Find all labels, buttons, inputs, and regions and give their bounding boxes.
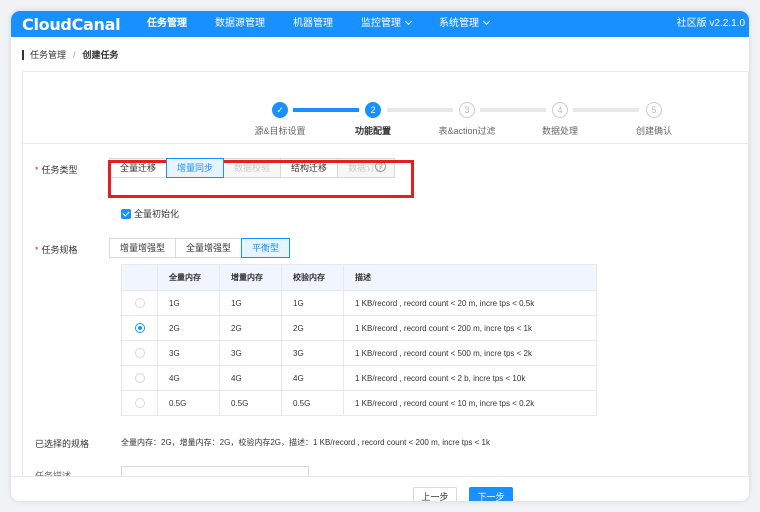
step-2-label: 功能配置 — [354, 126, 392, 136]
checkbox-checked-icon — [121, 208, 131, 219]
step-4-circle: 4 — [552, 102, 568, 118]
breadcrumb-parent[interactable]: 任务管理 — [30, 48, 66, 61]
cell-incre-memory: 2G — [219, 315, 282, 341]
task-type-incremental-sync[interactable]: 增量同步 — [166, 158, 225, 178]
header-incre-memory: 增量内存 — [219, 264, 282, 291]
selected-spec-label: 已选择的规格 — [35, 439, 90, 449]
cell-full-memory: 3G — [157, 340, 220, 366]
header-verify-memory: 校验内存 — [281, 264, 344, 291]
spec-full-enhanced[interactable]: 全量增强型 — [175, 238, 243, 258]
cell-verify-memory: 3G — [281, 340, 344, 366]
step-1-done-icon: ✓ — [272, 102, 288, 118]
cell-full-memory: 0.5G — [157, 390, 220, 416]
spec-radio[interactable] — [134, 348, 145, 358]
cell-description: 1 KB/record , record count < 20 m, incre… — [343, 290, 597, 316]
chevron-down-icon — [404, 17, 413, 26]
nav-system-management[interactable]: 系统管理 — [425, 11, 503, 37]
cell-incre-memory: 1G — [219, 290, 282, 316]
logo: CloudCanal — [22, 14, 121, 34]
table-row[interactable]: 3G 3G 3G 1 KB/record , record count < 50… — [121, 340, 597, 366]
cell-verify-memory: 0.5G — [281, 390, 344, 416]
cell-verify-memory: 2G — [281, 315, 344, 341]
nav-datasource-management[interactable]: 数据源管理 — [201, 11, 279, 37]
edition-badge: 社区版 v2.2.1.0 — [676, 18, 745, 29]
task-spec-group: 增量增强型 全量增强型 平衡型 — [109, 238, 291, 258]
cell-full-memory: 1G — [157, 290, 220, 316]
prev-button[interactable]: 上一步 — [413, 487, 457, 501]
cell-full-memory: 4G — [157, 365, 220, 391]
step-5-label: 创建确认 — [635, 126, 673, 136]
spec-radio[interactable] — [134, 398, 145, 408]
spec-incremental-enhanced[interactable]: 增量增强型 — [109, 238, 177, 258]
spec-radio[interactable] — [134, 373, 145, 383]
cell-incre-memory: 4G — [219, 365, 282, 391]
cell-incre-memory: 0.5G — [219, 390, 282, 416]
selected-spec-value: 全量内存：2G，增量内存：2G，校验内存2G，描述：1 KB/record , … — [121, 438, 490, 447]
nav-monitor-label: 监控管理 — [361, 18, 401, 29]
table-row[interactable]: 4G 4G 4G 1 KB/record , record count < 2 … — [121, 365, 597, 391]
footer-bar: 上一步 下一步 — [11, 476, 749, 501]
spec-radio-selected[interactable] — [134, 323, 145, 333]
cell-verify-memory: 1G — [281, 290, 344, 316]
breadcrumb-bar — [22, 49, 24, 60]
top-nav: CloudCanal 任务管理 数据源管理 机器管理 监控管理 系统管理 社区版… — [11, 11, 749, 37]
step-3-circle: 3 — [459, 102, 475, 118]
step-line-3 — [480, 108, 546, 112]
step-1-label: 源&目标设置 — [254, 126, 306, 136]
cell-description: 1 KB/record , record count < 500 m, incr… — [343, 340, 597, 366]
header-description: 描述 — [343, 264, 597, 291]
nav-task-management[interactable]: 任务管理 — [133, 11, 201, 37]
header-full-memory: 全量内存 — [157, 264, 220, 291]
step-line-1 — [293, 108, 359, 112]
step-line-2 — [387, 108, 453, 112]
step-2-circle: 2 — [365, 102, 381, 118]
next-button[interactable]: 下一步 — [469, 487, 513, 501]
nav-monitor-management[interactable]: 监控管理 — [347, 11, 425, 37]
step-5-circle: 5 — [646, 102, 662, 118]
full-init-checkbox[interactable]: 全量初始化 — [121, 207, 179, 220]
nav-machine-management[interactable]: 机器管理 — [279, 11, 347, 37]
radio-header — [121, 264, 158, 291]
table-row[interactable]: 0.5G 0.5G 0.5G 1 KB/record , record coun… — [121, 390, 597, 416]
task-type-label: * 任务类型 — [35, 165, 78, 175]
nav-system-label: 系统管理 — [439, 18, 479, 29]
cell-verify-memory: 4G — [281, 365, 344, 391]
cell-description: 1 KB/record , record count < 200 m, incr… — [343, 315, 597, 341]
spec-balanced[interactable]: 平衡型 — [241, 238, 291, 258]
table-row[interactable]: 2G 2G 2G 1 KB/record , record count < 20… — [121, 315, 597, 341]
step-4-label: 数据处理 — [541, 126, 579, 136]
full-init-label: 全量初始化 — [134, 209, 180, 219]
cell-incre-memory: 3G — [219, 340, 282, 366]
step-indicator: ✓ 2 3 4 5 源&目标设置 功能配置 表&action过滤 数据处理 创建… — [23, 72, 749, 144]
task-spec-label: * 任务规格 — [35, 245, 78, 255]
cell-description: 1 KB/record , record count < 2 b, incre … — [343, 365, 597, 391]
breadcrumb-current: 创建任务 — [82, 50, 119, 60]
step-line-4 — [573, 108, 639, 112]
spec-radio[interactable] — [134, 298, 145, 308]
step-3-label: 表&action过滤 — [438, 126, 496, 136]
spec-table: 全量内存 增量内存 校验内存 描述 1G 1G 1G 1 KB/record ,… — [121, 264, 597, 416]
table-row[interactable]: 1G 1G 1G 1 KB/record , record count < 20… — [121, 290, 597, 316]
app-window: CloudCanal 任务管理 数据源管理 机器管理 监控管理 系统管理 社区版… — [11, 11, 749, 501]
breadcrumb: 任务管理 / 创建任务 — [22, 48, 119, 61]
cell-description: 1 KB/record , record count < 10 m, incre… — [343, 390, 597, 416]
cell-full-memory: 2G — [157, 315, 220, 341]
chevron-down-icon — [482, 17, 491, 26]
breadcrumb-separator: / — [73, 49, 76, 60]
highlight-box — [108, 160, 414, 198]
